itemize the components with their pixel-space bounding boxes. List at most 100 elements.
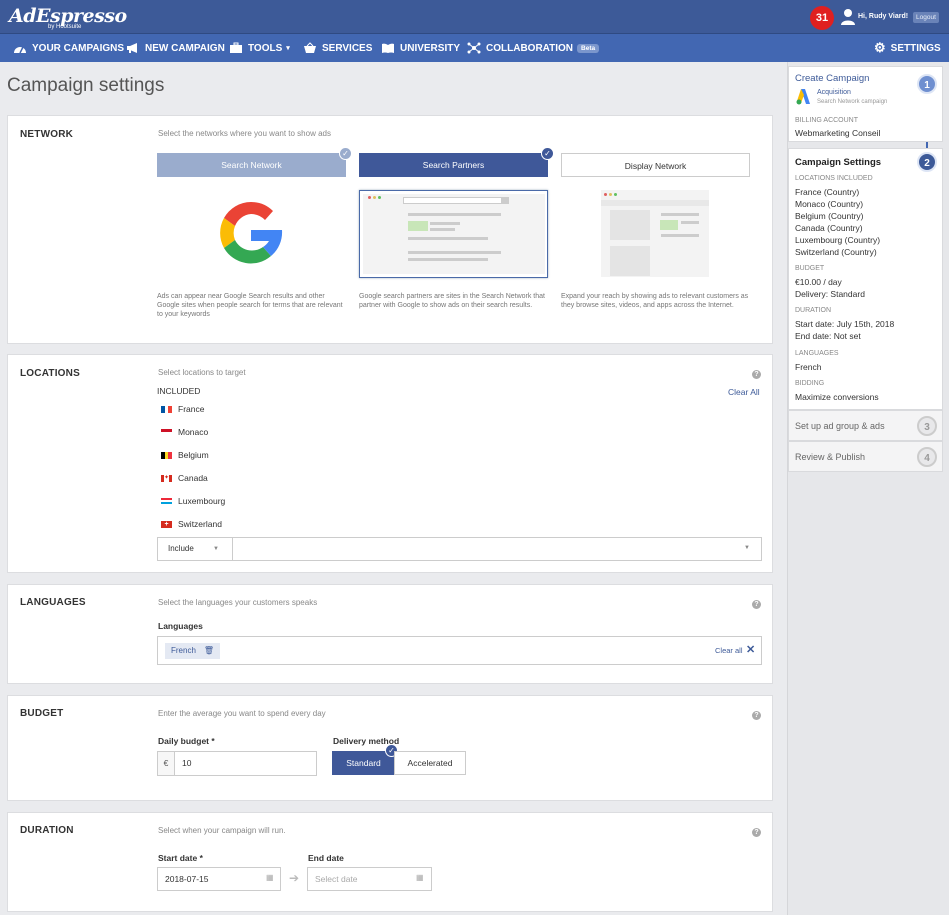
calendar-icon: ▦ (266, 873, 274, 882)
logout-button[interactable]: Logout (913, 12, 939, 23)
close-icon[interactable]: ✕ (746, 643, 755, 656)
location-item: Monaco (161, 427, 208, 437)
end-date-value: End date: Not set (795, 331, 861, 341)
location-item: France (161, 404, 204, 414)
user-greeting[interactable]: Hi, Rudy Viard! (858, 13, 908, 20)
search-network-desc: Ads can appear near Google Search result… (157, 293, 343, 318)
step2-title: Campaign Settings (795, 157, 882, 168)
step-create-campaign[interactable]: Create Campaign Acquisition Search Netwo… (788, 66, 943, 142)
bidding-label: BIDDING (795, 380, 825, 387)
languages-label: LANGUAGES (795, 350, 839, 357)
sidebar-location: France (Country) (795, 187, 860, 197)
sidebar-location: Belgium (Country) (795, 211, 864, 221)
duration-desc: Select when your campaign will run. (158, 826, 286, 835)
include-select[interactable]: Include ▼ (158, 538, 233, 560)
location-item: Luxembourg (161, 496, 225, 506)
language-tag: French 🗑 (165, 643, 221, 659)
check-icon: ✓ (541, 147, 554, 160)
display-network-preview (601, 190, 709, 277)
accelerated-button[interactable]: Accelerated (394, 751, 466, 775)
step3-title: Set up ad group & ads (795, 421, 885, 431)
locations-desc: Select locations to target (158, 368, 246, 377)
nav-collaboration[interactable]: COLLABORATION Beta (467, 34, 600, 62)
trash-icon[interactable]: 🗑 (204, 643, 214, 659)
step1-number: 1 (917, 74, 937, 94)
gear-icon: ⚙ (874, 40, 886, 55)
basket-icon (304, 42, 316, 53)
end-date-input[interactable]: Select date ▦ (307, 867, 432, 891)
location-item: Belgium (161, 450, 209, 460)
clear-all-locations-link[interactable]: Clear All (728, 387, 760, 397)
sidebar-location: Switzerland (Country) (795, 247, 877, 257)
search-partners-preview (359, 190, 548, 278)
display-network-desc: Expand your reach by showing ads to rele… (561, 293, 749, 309)
help-icon[interactable]: ? (752, 370, 761, 379)
duration-title: DURATION (20, 825, 74, 836)
luxembourg-flag-icon (161, 497, 172, 505)
collaboration-icon (467, 42, 481, 54)
bidding-value: Maximize conversions (795, 392, 879, 402)
end-date-label: End date (308, 853, 344, 863)
step1-title[interactable]: Create Campaign (795, 73, 869, 84)
sidebar-location: Canada (Country) (795, 223, 863, 233)
billing-value: Webmarketing Conseil (795, 128, 881, 138)
languages-section: LANGUAGES Select the languages your cust… (7, 584, 773, 684)
location-search-box: Include ▼ ▼ (157, 537, 762, 561)
nav-university[interactable]: UNIVERSITY (381, 34, 460, 62)
notification-badge[interactable]: 31 (810, 6, 834, 30)
start-date-input[interactable]: 2018-07-15 ▦ (157, 867, 281, 891)
calendar-icon: ▦ (416, 873, 424, 882)
billing-label: BILLING ACCOUNT (795, 117, 859, 124)
budget-desc: Enter the average you want to spend ever… (158, 709, 326, 718)
languages-input[interactable]: French 🗑 Clear all ✕ (157, 636, 762, 665)
location-search-input[interactable] (234, 538, 761, 560)
search-partners-desc: Google search partners are sites in the … (359, 293, 545, 309)
included-label: INCLUDED (157, 386, 201, 396)
search-partners-button[interactable]: Search Partners ✓ (359, 147, 554, 177)
step-ad-group[interactable]: Set up ad group & ads 3 (788, 410, 943, 441)
monaco-flag-icon (161, 428, 172, 436)
clear-all-languages-link[interactable]: Clear all (715, 646, 743, 655)
start-date-value: Start date: July 15th, 2018 (795, 319, 895, 329)
belgium-flag-icon (161, 451, 173, 459)
step-campaign-settings[interactable]: Campaign Settings 2 LOCATIONS INCLUDED F… (788, 148, 943, 410)
book-icon (382, 43, 394, 53)
daily-budget-label: Daily budget * (158, 736, 215, 746)
campaign-steps-sidebar: Create Campaign Acquisition Search Netwo… (787, 62, 949, 915)
help-icon[interactable]: ? (752, 711, 761, 720)
briefcase-icon (230, 42, 242, 53)
caret-down-icon[interactable]: ▼ (744, 545, 750, 551)
search-network-button[interactable]: Search Network ✓ (157, 147, 352, 177)
standard-button[interactable]: Standard ✓ (332, 744, 398, 775)
daily-budget-field: € 10 (157, 751, 317, 776)
nav-settings[interactable]: ⚙ SETTINGS (874, 34, 941, 62)
duration-section: DURATION Select when your campaign will … (7, 812, 773, 912)
location-item: + Switzerland (161, 519, 222, 529)
nav-tools[interactable]: TOOLS ▾ (229, 34, 290, 62)
megaphone-icon (127, 43, 137, 53)
help-icon[interactable]: ? (752, 828, 761, 837)
step-review-publish[interactable]: Review & Publish 4 (788, 441, 943, 472)
check-icon: ✓ (339, 147, 352, 160)
budget-label: BUDGET (795, 265, 825, 272)
beta-badge: Beta (577, 43, 600, 53)
nav-services[interactable]: SERVICES (303, 34, 372, 62)
display-network-button[interactable]: Display Network (561, 153, 750, 177)
nav-your-campaigns[interactable]: YOUR CAMPAIGNS (13, 34, 124, 62)
budget-value: €10.00 / day (795, 277, 842, 287)
step4-title: Review & Publish (795, 452, 866, 462)
logo-subtitle: by Hootsuite (48, 24, 82, 30)
switzerland-flag-icon: + (161, 520, 172, 528)
user-icon[interactable] (840, 8, 856, 25)
google-logo-icon (220, 201, 283, 264)
daily-budget-input[interactable]: 10 (182, 752, 191, 775)
locations-section: LOCATIONS Select locations to target ? I… (7, 354, 773, 573)
network-title: NETWORK (20, 129, 74, 140)
help-icon[interactable]: ? (752, 600, 761, 609)
locations-title: LOCATIONS (20, 368, 80, 379)
languages-label: Languages (158, 621, 203, 631)
canada-flag-icon: ✦ (161, 474, 172, 482)
chevron-down-icon: ▾ (286, 45, 290, 52)
nav-new-campaign[interactable]: NEW CAMPAIGN (126, 34, 225, 62)
duration-label: DURATION (795, 307, 832, 314)
